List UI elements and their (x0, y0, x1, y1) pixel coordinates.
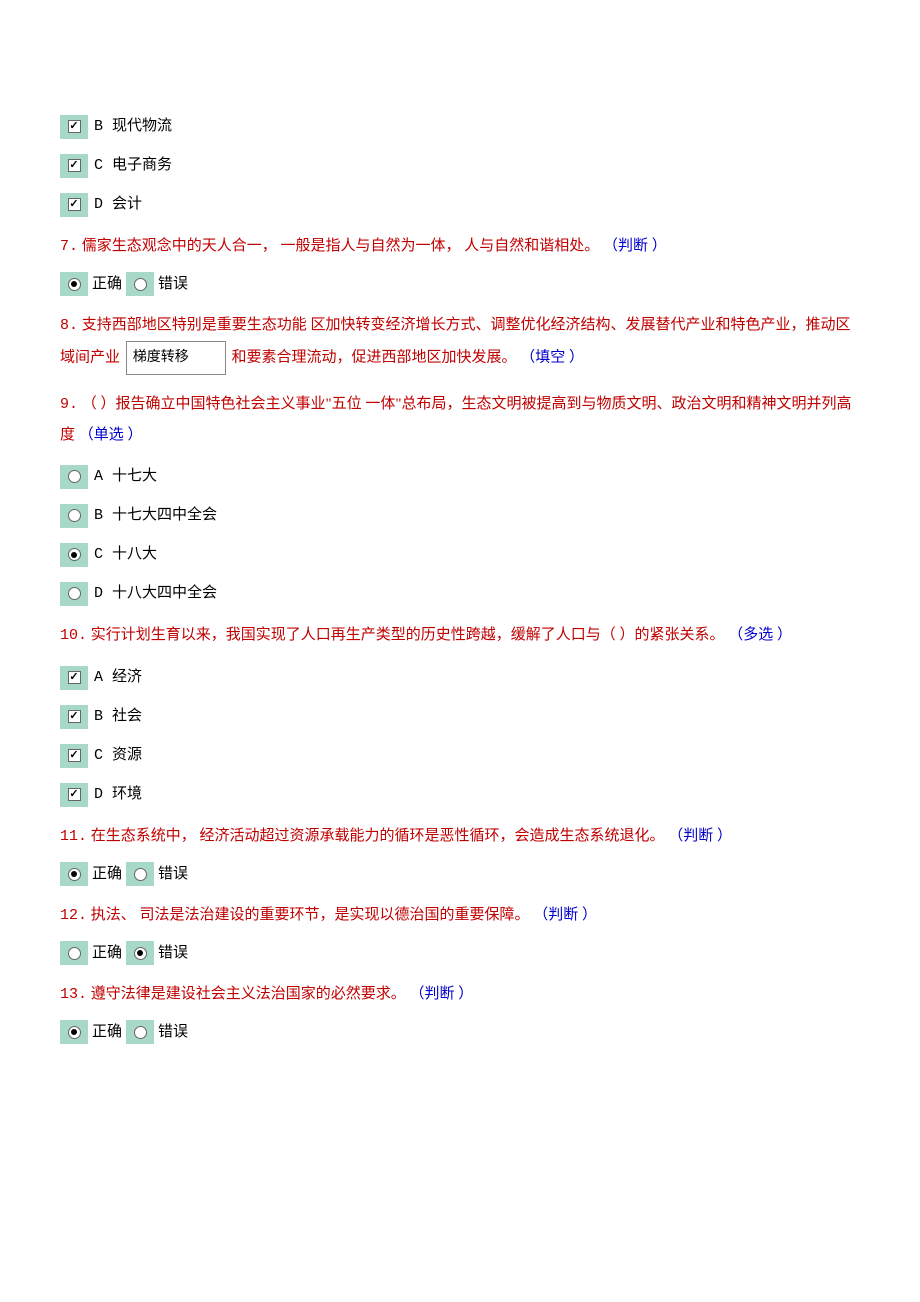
radio-true[interactable] (60, 941, 88, 965)
option-label: D 十八大四中全会 (94, 581, 217, 606)
radio-false[interactable] (126, 272, 154, 296)
label-false: 错误 (158, 862, 188, 886)
question-type: （判断 ） (533, 907, 597, 923)
checkbox-icon (60, 705, 88, 729)
question-text-b: 和要素合理流动，促进西部地区加快发展。 (232, 349, 517, 365)
question-number: 12. (60, 907, 87, 924)
question-8: 8. 支持西部地区特别是重要生态功能 区加快转变经济增长方式、调整优化经济结构、… (60, 310, 860, 375)
q10-option-d[interactable]: D 环境 (60, 782, 860, 807)
question-number: 7. (60, 238, 78, 255)
option-label: D 环境 (94, 782, 142, 807)
question-text: 遵守法律是建设社会主义法治国家的必然要求。 (91, 986, 406, 1002)
radio-true[interactable] (60, 1020, 88, 1044)
radio-icon (60, 504, 88, 528)
q9-option-c[interactable]: C 十八大 (60, 542, 860, 567)
radio-icon (60, 465, 88, 489)
question-type: （多选 ） (728, 627, 792, 643)
label-false: 错误 (158, 941, 188, 965)
option-label: B 社会 (94, 704, 142, 729)
radio-icon (60, 582, 88, 606)
question-type: （判断 ） (603, 238, 667, 254)
question-number: 9. (60, 396, 78, 413)
option-label: A 经济 (94, 665, 142, 690)
q13-options: 正确 错误 (60, 1020, 860, 1044)
option-label: C 电子商务 (94, 153, 172, 178)
checkbox-icon (60, 666, 88, 690)
checkbox-icon (60, 783, 88, 807)
question-text: 实行计划生育以来，我国实现了人口再生产类型的历史性跨越，缓解了人口与（ ）的紧张… (91, 627, 725, 643)
checkbox-icon (60, 154, 88, 178)
q12-options: 正确 错误 (60, 941, 860, 965)
q10-option-a[interactable]: A 经济 (60, 665, 860, 690)
question-number: 8. (60, 317, 78, 334)
question-9: 9. （ ）报告确立中国特色社会主义事业"五位 一体"总布局，生态文明被提高到与… (60, 389, 860, 450)
checkbox-icon (60, 193, 88, 217)
question-text: 执法、 司法是法治建设的重要环节，是实现以德治国的重要保障。 (91, 907, 530, 923)
q10-option-c[interactable]: C 资源 (60, 743, 860, 768)
question-7: 7. 儒家生态观念中的天人合一， 一般是指人与自然为一体， 人与自然和谐相处。 … (60, 231, 860, 262)
fill-blank-input[interactable]: 梯度转移 (126, 341, 226, 375)
option-label: A 十七大 (94, 464, 157, 489)
question-type: （填空 ） (520, 349, 584, 365)
label-true: 正确 (92, 862, 122, 886)
question-text: 儒家生态观念中的天人合一， 一般是指人与自然为一体， 人与自然和谐相处。 (82, 238, 600, 254)
label-true: 正确 (92, 941, 122, 965)
checkbox-icon (60, 744, 88, 768)
option-label: B 十七大四中全会 (94, 503, 217, 528)
question-type: （判断 ） (410, 986, 474, 1002)
radio-false[interactable] (126, 862, 154, 886)
radio-true[interactable] (60, 272, 88, 296)
q6-option-c[interactable]: C 电子商务 (60, 153, 860, 178)
question-number: 13. (60, 986, 87, 1003)
q9-option-a[interactable]: A 十七大 (60, 464, 860, 489)
label-true: 正确 (92, 1020, 122, 1044)
question-10: 10. 实行计划生育以来，我国实现了人口再生产类型的历史性跨越，缓解了人口与（ … (60, 620, 860, 651)
checkbox-icon (60, 115, 88, 139)
radio-false[interactable] (126, 941, 154, 965)
question-12: 12. 执法、 司法是法治建设的重要环节，是实现以德治国的重要保障。 （判断 ） (60, 900, 860, 931)
radio-true[interactable] (60, 862, 88, 886)
label-true: 正确 (92, 272, 122, 296)
option-label: B 现代物流 (94, 114, 172, 139)
question-number: 11. (60, 828, 87, 845)
radio-icon (60, 543, 88, 567)
option-label: C 十八大 (94, 542, 157, 567)
q9-option-d[interactable]: D 十八大四中全会 (60, 581, 860, 606)
q11-options: 正确 错误 (60, 862, 860, 886)
q6-option-b[interactable]: B 现代物流 (60, 114, 860, 139)
label-false: 错误 (158, 1020, 188, 1044)
question-number: 10. (60, 627, 87, 644)
q6-option-d[interactable]: D 会计 (60, 192, 860, 217)
label-false: 错误 (158, 272, 188, 296)
question-type: （判断 ） (668, 828, 732, 844)
option-label: D 会计 (94, 192, 142, 217)
question-11: 11. 在生态系统中， 经济活动超过资源承载能力的循环是恶性循环，会造成生态系统… (60, 821, 860, 852)
q7-options: 正确 错误 (60, 272, 860, 296)
q9-option-b[interactable]: B 十七大四中全会 (60, 503, 860, 528)
question-text: 在生态系统中， 经济活动超过资源承载能力的循环是恶性循环，会造成生态系统退化。 (91, 828, 665, 844)
option-label: C 资源 (94, 743, 142, 768)
radio-false[interactable] (126, 1020, 154, 1044)
q10-option-b[interactable]: B 社会 (60, 704, 860, 729)
question-text: （ ）报告确立中国特色社会主义事业"五位 一体"总布局，生态文明被提高到与物质文… (60, 396, 852, 443)
question-type: （单选 ） (79, 427, 143, 443)
question-13: 13. 遵守法律是建设社会主义法治国家的必然要求。 （判断 ） (60, 979, 860, 1010)
